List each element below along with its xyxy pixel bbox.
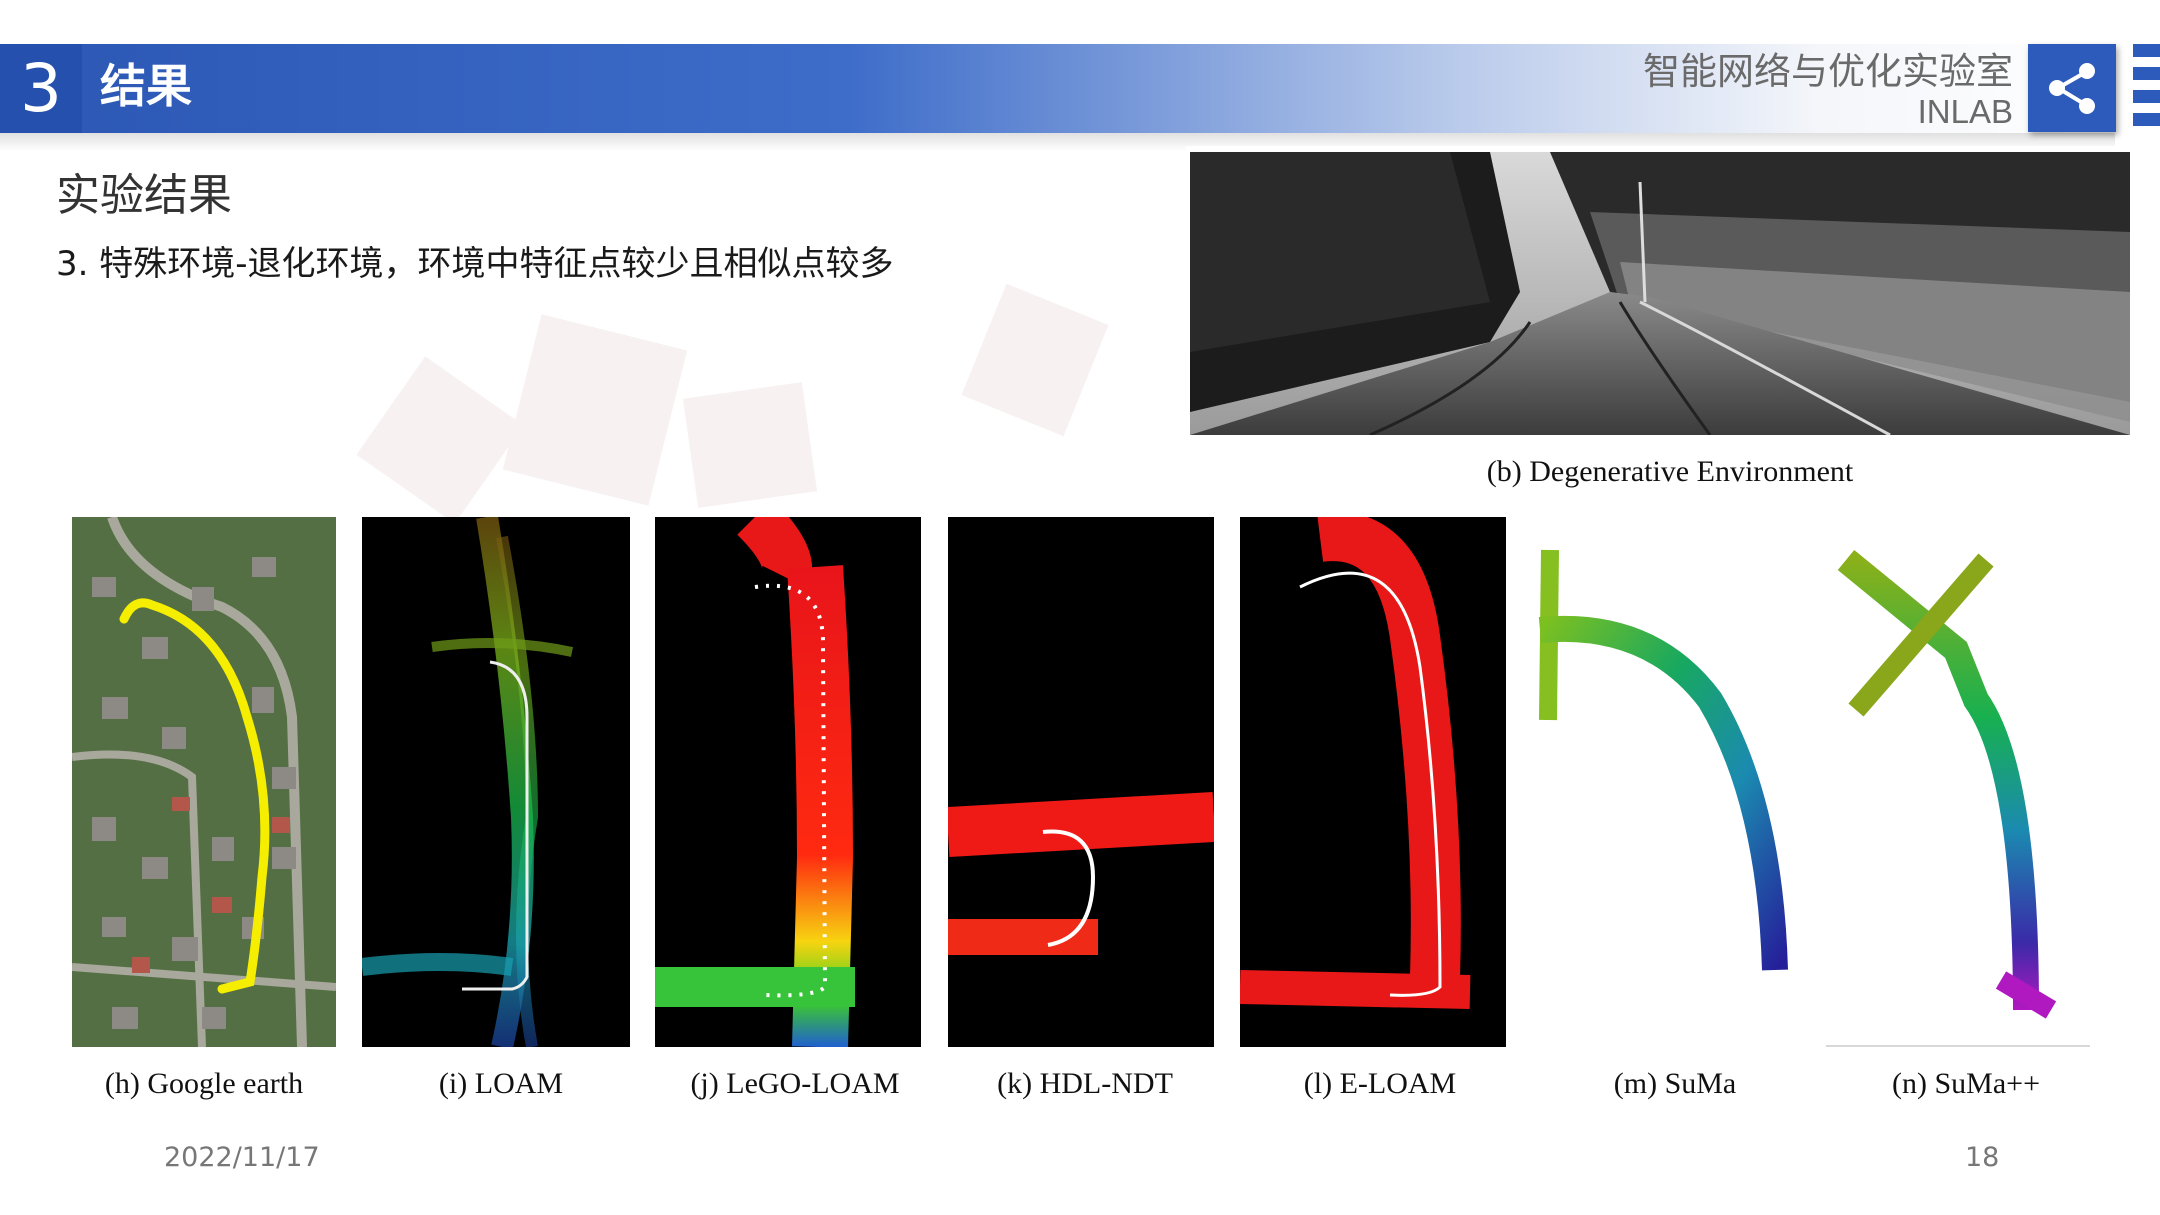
panel-loam xyxy=(362,517,630,1047)
slide-title: 实验结果 xyxy=(56,170,232,221)
background-shape xyxy=(356,356,524,524)
figure-caption-b: (b) Degenerative Environment xyxy=(1486,455,1854,488)
section-title: 结果 xyxy=(100,59,192,113)
section-number: 3 xyxy=(0,44,82,133)
panel-caption-m: (m) SuMa xyxy=(1613,1067,1737,1100)
background-shape xyxy=(961,283,1109,437)
panel-caption-n: (n) SuMa++ xyxy=(1892,1067,2040,1100)
degenerative-environment-photo xyxy=(1190,152,2130,435)
panel-e-loam xyxy=(1240,517,1506,1047)
panel-caption-h: (h) Google earth xyxy=(104,1067,304,1100)
panel-google-earth xyxy=(72,517,336,1047)
panel-hdl-ndt xyxy=(948,517,1214,1047)
background-shape xyxy=(682,382,818,508)
slide-subtitle: 3. 特殊环境-退化环境，环境中特征点较少且相似点较多 xyxy=(56,244,894,284)
panel-caption-i: (i) LOAM xyxy=(438,1067,564,1100)
panel-suma xyxy=(1530,540,1800,1010)
page-number: 18 xyxy=(1965,1142,2000,1173)
share-button[interactable] xyxy=(2028,44,2116,132)
panel-caption-k: (k) HDL-NDT xyxy=(997,1067,1173,1100)
lab-name: 智能网络与优化实验室 xyxy=(1643,50,2013,93)
background-shape xyxy=(502,314,688,506)
panel-lego-loam xyxy=(655,517,921,1047)
panel-caption-j: (j) LeGO-LOAM xyxy=(690,1067,900,1100)
lab-abbreviation: INLAB xyxy=(1917,93,2013,130)
share-icon xyxy=(2049,63,2095,114)
panel-suma-plus-plus xyxy=(1826,540,2090,1048)
menu-icon[interactable] xyxy=(2133,44,2160,132)
slide-date: 2022/11/17 xyxy=(164,1142,320,1173)
panel-caption-l: (l) E-LOAM xyxy=(1303,1067,1457,1100)
